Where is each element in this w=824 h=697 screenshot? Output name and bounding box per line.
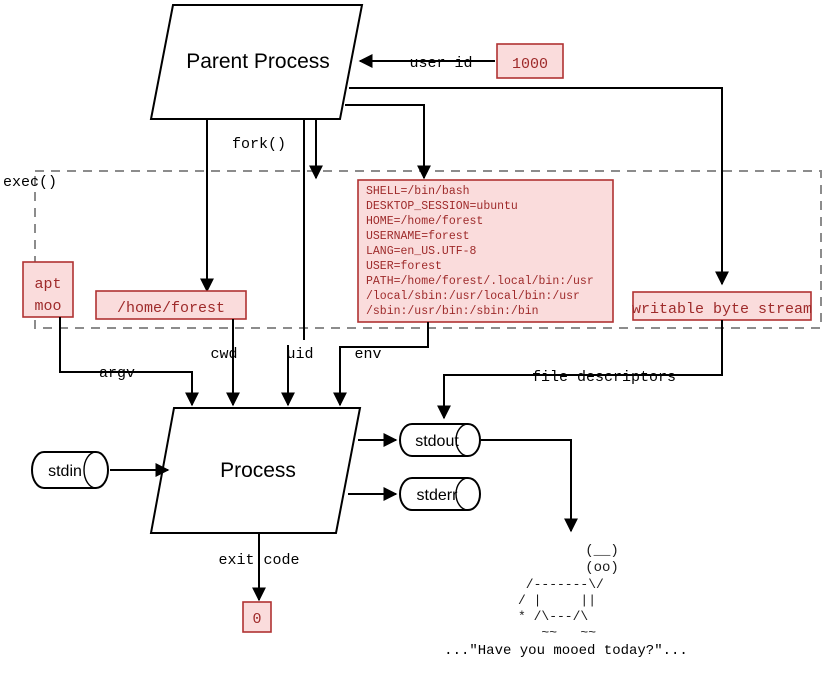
env-edge <box>333 322 429 407</box>
stdin-node: stdin <box>31 451 109 489</box>
argv-value-line2: moo <box>34 298 61 315</box>
process-label: Process <box>220 459 296 482</box>
env-line: /sbin:/usr/bin:/sbin:/bin <box>366 305 539 318</box>
stdin-label: stdin <box>48 463 82 480</box>
env-line: USER=forest <box>366 260 442 273</box>
env-line: /local/sbin:/usr/local/bin:/usr <box>366 290 580 303</box>
env-stem-edge <box>345 104 431 180</box>
cow-art-line: (__) <box>518 543 619 559</box>
exec-label: exec() <box>3 174 57 191</box>
cow-output: (__) (oo) /-------\/ / | || * /\---/\ ~~… <box>444 543 688 659</box>
env-label: env <box>354 346 381 363</box>
cow-art-line: /-------\/ <box>518 577 604 592</box>
env-line: LANG=en_US.UTF-8 <box>366 245 477 258</box>
env-line: DESKTOP_SESSION=ubuntu <box>366 200 518 213</box>
fork-label: fork() <box>232 136 286 153</box>
argv-value-line1: apt <box>34 276 61 293</box>
fd-value-label: writable byte stream <box>632 301 812 318</box>
env-line: USERNAME=forest <box>366 230 470 243</box>
argv-edge <box>59 317 199 407</box>
parent-process-label: Parent Process <box>186 50 330 73</box>
cow-art-line: / | || <box>518 593 596 608</box>
cow-art-line: (oo) <box>518 560 619 576</box>
user-id-label: user id <box>409 55 472 72</box>
stdout-node: stdout <box>399 423 481 457</box>
exit-code-label: exit code <box>218 552 299 569</box>
env-line: HOME=/home/forest <box>366 215 483 228</box>
cwd-value-label: /home/forest <box>117 300 225 317</box>
stderr-label: stderr <box>417 487 459 504</box>
argv-label: argv <box>99 365 135 382</box>
user-id-value-label: 1000 <box>512 56 548 73</box>
process-diagram: exec() Parent Process user id 1000 fork(… <box>3 4 822 659</box>
cow-art-line: ~~ ~~ <box>518 625 596 640</box>
exit-code-value-label: 0 <box>252 611 261 628</box>
cow-art-line: * /\---/\ <box>518 609 588 624</box>
env-line: PATH=/home/forest/.local/bin:/usr <box>366 275 594 288</box>
env-line: SHELL=/bin/bash <box>366 185 470 198</box>
stderr-node: stderr <box>399 477 481 511</box>
cow-caption: ..."Have you mooed today?"... <box>444 643 688 659</box>
uid-label: uid <box>286 346 313 363</box>
stdout-to-output-edge <box>481 439 578 533</box>
cwd-label: cwd <box>210 346 237 363</box>
stdout-label: stdout <box>415 433 459 450</box>
file-descriptors-label: file descriptors <box>532 369 676 386</box>
